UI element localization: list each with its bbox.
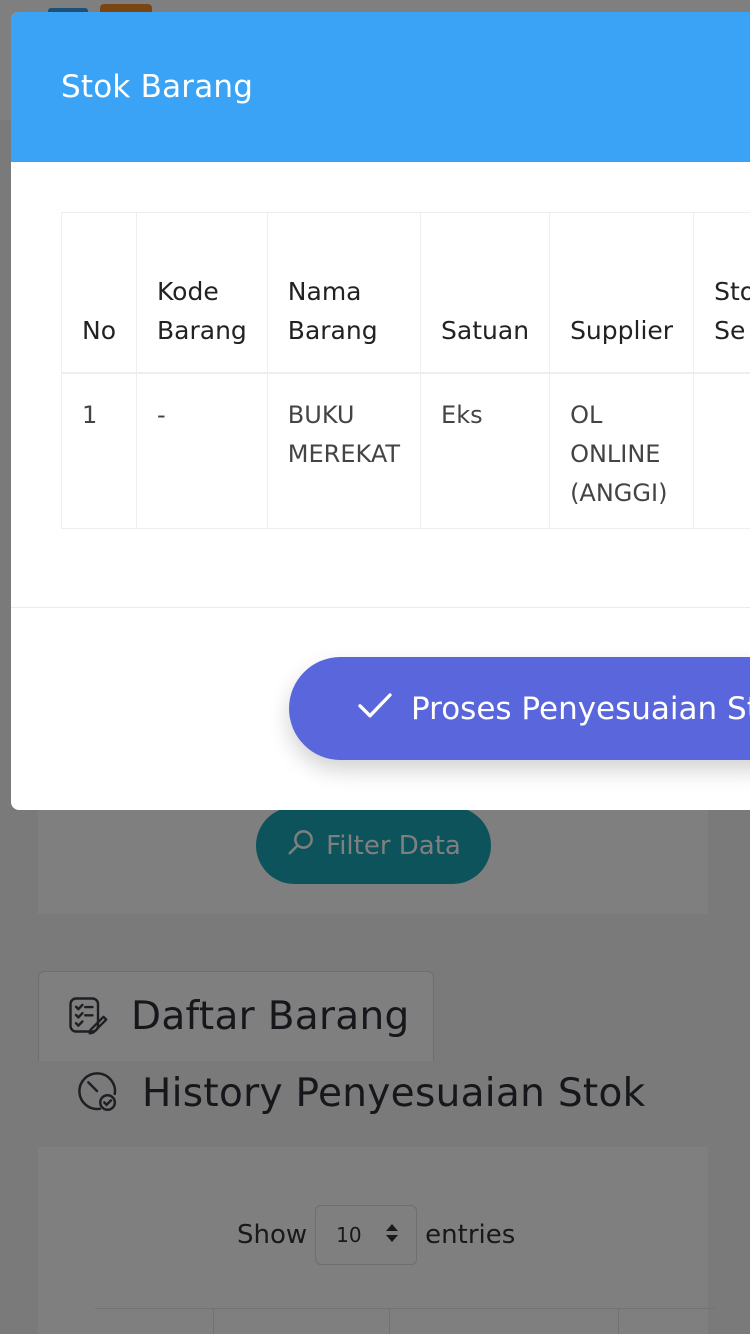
cell-satuan: Eks	[420, 372, 551, 529]
column-header-satuan[interactable]: Satuan	[420, 212, 551, 374]
cell-no: 1	[61, 372, 137, 529]
column-header-stok[interactable]: Stok Se	[693, 212, 750, 374]
column-header-no[interactable]: No	[61, 212, 137, 374]
column-header-nama-barang[interactable]: Nama Barang	[266, 212, 422, 374]
proses-penyesuaian-label: Proses Penyesuaian St	[411, 690, 750, 727]
modal-title: Stok Barang	[61, 69, 254, 105]
stok-barang-modal: Stok Barang No Kode Barang Nama Barang S…	[11, 12, 750, 810]
cell-stok	[693, 372, 750, 529]
table-row: 1 - BUKU MEREKAT Eks OL ONLINE (ANGGI)	[61, 372, 750, 529]
cell-nama-barang: BUKU MEREKAT	[266, 372, 422, 529]
modal-header: Stok Barang	[11, 12, 750, 162]
modal-footer-divider	[11, 607, 750, 608]
table-header-row: No Kode Barang Nama Barang Satuan Suppli…	[61, 212, 750, 374]
cell-kode-barang: -	[136, 372, 268, 529]
proses-penyesuaian-button[interactable]: Proses Penyesuaian St	[289, 657, 750, 760]
check-icon	[355, 685, 395, 733]
column-header-kode-barang[interactable]: Kode Barang	[136, 212, 268, 374]
stok-table: No Kode Barang Nama Barang Satuan Suppli…	[61, 212, 750, 529]
column-header-supplier[interactable]: Supplier	[549, 212, 695, 374]
cell-supplier: OL ONLINE (ANGGI)	[549, 372, 695, 529]
